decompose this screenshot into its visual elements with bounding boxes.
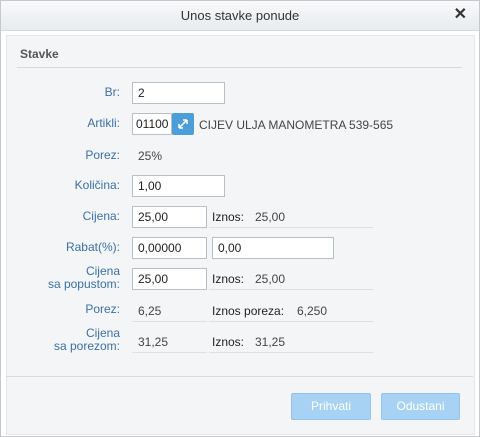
br-label: Br: bbox=[104, 85, 120, 99]
footer-divider bbox=[6, 376, 473, 377]
cijena-iznos-underline bbox=[209, 227, 373, 228]
artikli-name: CIJEV ULJA MANOMETRA 539-565 bbox=[199, 118, 394, 132]
artikli-picker-button[interactable] bbox=[172, 113, 194, 135]
cijena-popust-label: Cijena sa popustom: bbox=[10, 265, 120, 291]
porez-iznos-underline bbox=[132, 321, 207, 322]
cijena-popust-iznos-label: Iznos: bbox=[212, 272, 245, 286]
iznos-poreza-value: 6,250 bbox=[297, 304, 328, 318]
rabat-label: Rabat(%): bbox=[65, 240, 120, 254]
resize-arrows-icon bbox=[178, 119, 188, 129]
cijena-porez-label-line1: Cijena bbox=[85, 326, 120, 340]
kolicina-input[interactable]: 1,00 bbox=[132, 175, 225, 197]
cancel-button[interactable]: Odustani bbox=[381, 393, 460, 420]
porez-iznos-label: Porez: bbox=[85, 302, 120, 316]
section-divider bbox=[17, 67, 462, 68]
section-title: Stavke bbox=[20, 47, 59, 61]
iznos-poreza-label: Iznos poreza: bbox=[212, 304, 285, 318]
dialog-titlebar[interactable]: Unos stavke ponude ✕ bbox=[1, 1, 479, 31]
cijena-porez-iznos-label: Iznos: bbox=[212, 335, 245, 349]
accept-button[interactable]: Prihvati bbox=[291, 393, 371, 420]
close-icon[interactable]: ✕ bbox=[454, 6, 467, 24]
cijena-porez-iznos-value: 31,25 bbox=[255, 335, 286, 349]
cijena-porez-label: Cijena sa porezom: bbox=[10, 327, 120, 353]
porez-iznos-value: 6,25 bbox=[138, 304, 162, 318]
dialog: Unos stavke ponude ✕ Stavke Br: 2 Artikl… bbox=[0, 0, 480, 437]
cijena-porez-label-line2: sa porezom: bbox=[53, 339, 120, 353]
cijena-porez-value: 31,25 bbox=[138, 335, 169, 349]
dialog-title: Unos stavke ponude bbox=[180, 8, 300, 23]
rabat-amount-input[interactable]: 0,00 bbox=[212, 237, 334, 259]
porez-value: 25% bbox=[138, 149, 163, 163]
porez-label: Porez: bbox=[85, 148, 120, 162]
cijena-porez-underline bbox=[132, 352, 207, 353]
cijena-popust-iznos-underline bbox=[209, 289, 373, 290]
artikli-code-input[interactable]: 01100 bbox=[132, 113, 172, 135]
cijena-popust-iznos-value: 25,00 bbox=[255, 272, 286, 286]
cijena-iznos-label: Iznos: bbox=[212, 210, 245, 224]
iznos-poreza-underline bbox=[209, 321, 373, 322]
stavke-panel: Stavke Br: 2 Artikli: 01100 CIJEV ULJA M… bbox=[6, 35, 475, 435]
cijena-label: Cijena: bbox=[82, 209, 120, 223]
artikli-label: Artikli: bbox=[87, 116, 120, 130]
cijena-porez-iznos-underline bbox=[209, 352, 373, 353]
br-input[interactable]: 2 bbox=[132, 82, 225, 104]
rabat-percent-input[interactable]: 0,00000 bbox=[132, 237, 207, 259]
cijena-popust-label-line1: Cijena bbox=[85, 264, 120, 278]
kolicina-label: Količina: bbox=[74, 178, 120, 192]
cijena-input[interactable]: 25,00 bbox=[132, 206, 207, 228]
cijena-popust-input[interactable]: 25,00 bbox=[132, 268, 207, 290]
cijena-iznos-value: 25,00 bbox=[255, 210, 286, 224]
cijena-popust-label-line2: sa popustom: bbox=[47, 277, 120, 291]
